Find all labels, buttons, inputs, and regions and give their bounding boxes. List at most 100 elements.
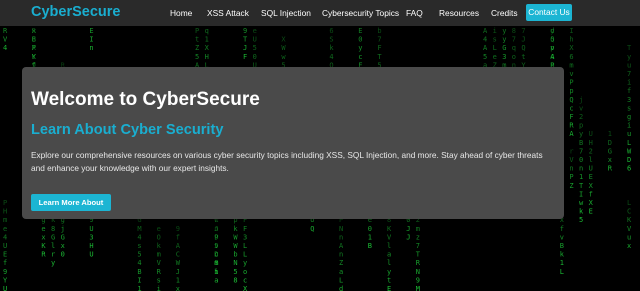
matrix-glyph: U xyxy=(253,36,257,44)
matrix-glyph: B xyxy=(137,268,141,276)
matrix-glyph: h xyxy=(214,268,218,276)
matrix-glyph: q xyxy=(205,27,209,35)
matrix-glyph: R xyxy=(157,268,162,276)
matrix-glyph: H xyxy=(589,139,593,147)
matrix-glyph: R xyxy=(32,27,37,35)
matrix-glyph: x xyxy=(608,156,612,164)
matrix-glyph: P xyxy=(569,173,573,181)
matrix-glyph: 7 xyxy=(512,36,516,44)
matrix-glyph: c xyxy=(569,104,573,112)
matrix-glyph: u xyxy=(627,130,631,138)
matrix-glyph: X xyxy=(243,285,248,291)
matrix-glyph: s xyxy=(493,36,497,44)
matrix-glyph: A xyxy=(550,53,555,61)
matrix-glyph: v xyxy=(560,233,564,241)
contact-us-button[interactable]: Contact Us xyxy=(526,4,572,21)
matrix-glyph: 1 xyxy=(137,285,141,291)
matrix-glyph: 4 xyxy=(483,36,487,44)
matrix-glyph: T xyxy=(243,36,248,44)
matrix-glyph: s xyxy=(157,276,161,284)
matrix-glyph: 1 xyxy=(205,36,209,44)
matrix-glyph: I xyxy=(569,27,573,35)
matrix-glyph: 6 xyxy=(329,27,333,35)
matrix-glyph: T xyxy=(377,53,382,61)
matrix-glyph: w xyxy=(281,53,286,61)
nav-faq-link[interactable]: FAQ xyxy=(406,8,423,18)
matrix-glyph: D xyxy=(608,139,612,147)
matrix-glyph: a xyxy=(387,251,391,259)
matrix-glyph: E xyxy=(589,208,593,216)
matrix-glyph: X xyxy=(569,44,574,52)
matrix-glyph: L xyxy=(243,242,247,250)
matrix-glyph: 7 xyxy=(416,242,420,250)
matrix-glyph: X xyxy=(281,36,286,44)
hero-title: Welcome to CyberSecure xyxy=(31,89,260,110)
matrix-glyph: J xyxy=(406,233,410,241)
matrix-glyph: a xyxy=(339,268,343,276)
hero-card: Welcome to CyberSecure Learn About Cyber… xyxy=(22,67,564,219)
matrix-glyph: A xyxy=(483,27,488,35)
matrix-glyph: P xyxy=(195,27,199,35)
matrix-glyph: t xyxy=(521,53,525,61)
matrix-glyph: b xyxy=(233,251,237,259)
matrix-glyph: 8 xyxy=(233,276,237,284)
matrix-glyph: W xyxy=(627,147,632,155)
matrix-glyph: v xyxy=(550,44,554,52)
nav-xss-attack-link[interactable]: XSS Attack xyxy=(207,8,249,18)
matrix-glyph: a xyxy=(214,276,218,284)
matrix-glyph: J xyxy=(521,36,525,44)
matrix-glyph: 5 xyxy=(579,216,583,224)
matrix-glyph: 1 xyxy=(368,233,372,241)
matrix-glyph: W xyxy=(281,44,286,52)
matrix-glyph: h xyxy=(569,36,573,44)
hero-description: Explore our comprehensive resources on v… xyxy=(31,150,543,173)
matrix-glyph: j xyxy=(579,96,583,104)
matrix-glyph: X xyxy=(589,199,594,207)
matrix-glyph: c xyxy=(358,53,362,61)
nav-credits-link[interactable]: Credits xyxy=(491,8,518,18)
matrix-glyph: R xyxy=(569,122,574,130)
matrix-glyph: R xyxy=(3,27,8,35)
matrix-glyph: J xyxy=(176,268,180,276)
matrix-glyph: x xyxy=(627,242,631,250)
matrix-glyph: m xyxy=(214,259,218,267)
matrix-glyph: e xyxy=(41,225,45,233)
matrix-glyph: m xyxy=(569,61,573,69)
nav-sql-injection-link[interactable]: SQL Injection xyxy=(261,8,311,18)
matrix-glyph: j xyxy=(61,225,65,233)
matrix-glyph: p xyxy=(579,122,583,130)
matrix-glyph: 3 xyxy=(627,96,631,104)
learn-more-button[interactable]: Learn More About xyxy=(31,194,111,211)
matrix-glyph: G xyxy=(51,233,55,241)
matrix-glyph: I xyxy=(89,36,93,44)
matrix-glyph: J xyxy=(214,225,218,233)
matrix-glyph: I xyxy=(579,190,583,198)
matrix-glyph: U xyxy=(589,165,593,173)
matrix-glyph: Y xyxy=(3,276,8,284)
matrix-glyph: F xyxy=(569,113,573,121)
matrix-glyph: s xyxy=(137,242,141,250)
matrix-glyph: 9 xyxy=(3,268,7,276)
matrix-glyph: s xyxy=(627,104,631,112)
matrix-glyph: X xyxy=(32,44,37,52)
matrix-glyph: L xyxy=(560,268,564,276)
brand-logo[interactable]: CyberSecure xyxy=(31,4,120,21)
matrix-glyph: H xyxy=(89,242,93,250)
matrix-glyph: i xyxy=(627,122,631,130)
matrix-glyph: p xyxy=(569,87,573,95)
matrix-glyph: L xyxy=(243,251,247,259)
matrix-glyph: C xyxy=(627,208,631,216)
matrix-glyph: 7 xyxy=(521,27,525,35)
matrix-glyph: 5 xyxy=(233,268,237,276)
matrix-glyph: U xyxy=(3,242,7,250)
matrix-glyph: f xyxy=(176,233,180,241)
nav-cybersecurity-topics-link[interactable]: Cybersecurity Topics xyxy=(322,8,399,18)
matrix-glyph: D xyxy=(627,156,631,164)
matrix-glyph: R xyxy=(416,259,421,267)
matrix-glyph: v xyxy=(579,104,583,112)
nav-home-link[interactable]: Home xyxy=(170,8,192,18)
matrix-glyph: n xyxy=(579,165,583,173)
matrix-glyph: k xyxy=(157,242,162,250)
nav-resources-link[interactable]: Resources xyxy=(439,8,479,18)
matrix-glyph: w xyxy=(579,199,584,207)
